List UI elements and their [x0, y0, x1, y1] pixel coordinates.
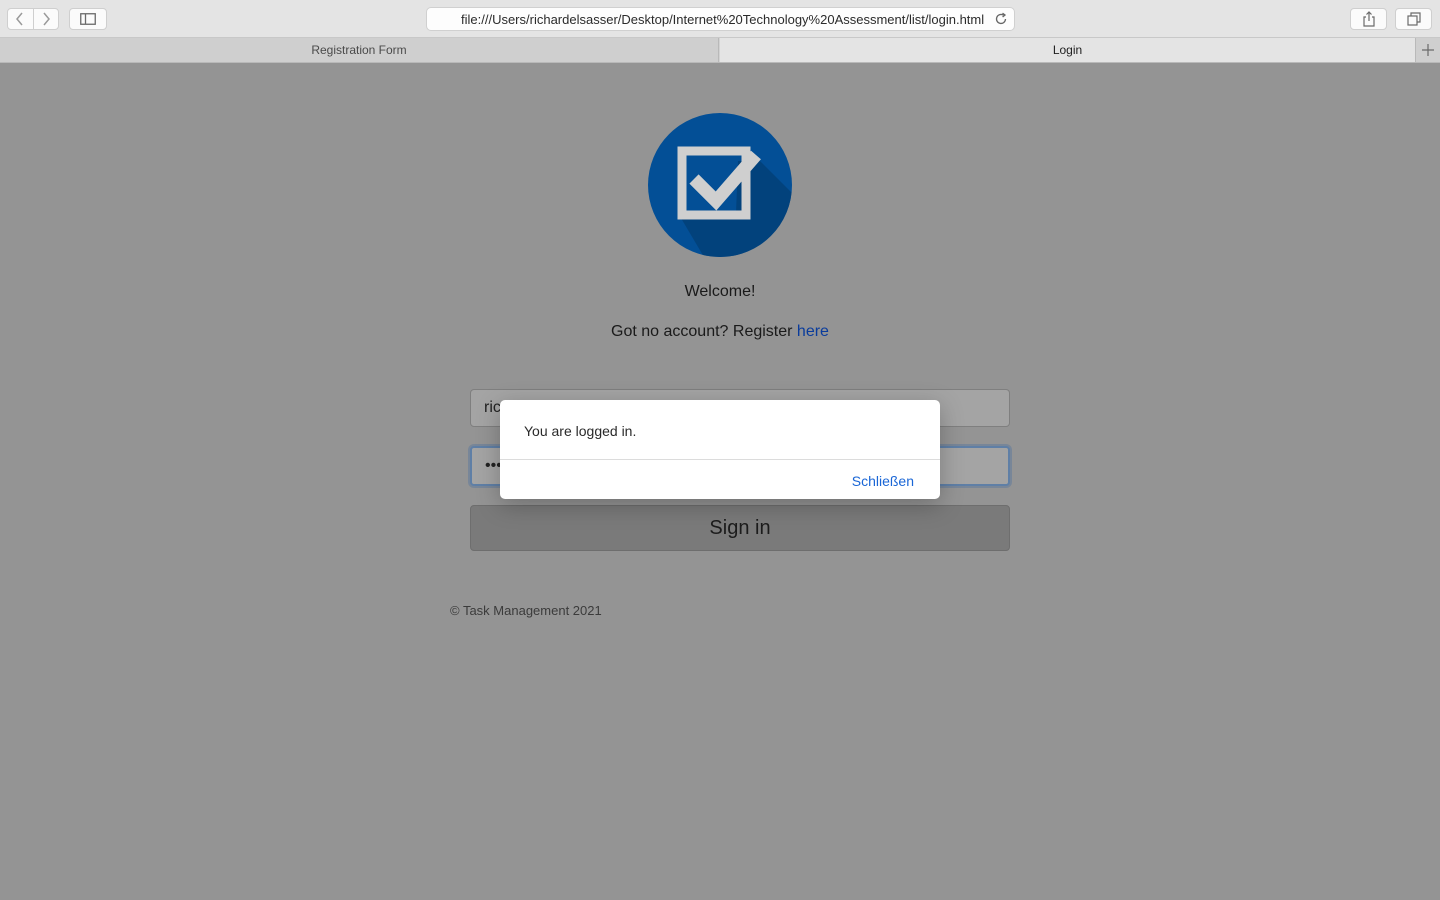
new-tab-icon [1422, 44, 1434, 56]
browser-toolbar: file:///Users/richardelsasser/Desktop/In… [0, 0, 1440, 38]
back-button[interactable] [8, 9, 33, 29]
tabs-overview-icon [1406, 12, 1421, 26]
reload-icon[interactable] [994, 12, 1008, 26]
back-icon [16, 12, 24, 26]
close-button[interactable]: Schließen [852, 473, 914, 489]
tab-login[interactable]: Login [720, 38, 1415, 62]
new-tab-button[interactable] [1415, 38, 1440, 62]
navigation-buttons [7, 8, 59, 30]
share-icon [1362, 11, 1375, 27]
tab-strip: Registration Form Login [0, 38, 1440, 63]
alert-divider [500, 459, 940, 460]
footer-copyright: © Task Management 2021 [450, 603, 602, 618]
share-button[interactable] [1350, 8, 1387, 30]
username-value: ric [484, 399, 501, 416]
register-prompt: Got no account? Register here [420, 323, 1020, 341]
forward-icon [43, 12, 50, 26]
sign-in-button[interactable]: Sign in [470, 505, 1010, 551]
tab-registration-form[interactable]: Registration Form [0, 38, 719, 62]
checkbox-logo-icon [648, 113, 792, 257]
sidebar-button[interactable] [69, 8, 107, 30]
forward-button[interactable] [32, 9, 58, 29]
register-prompt-text: Got no account? Register [611, 323, 793, 340]
url-text: file:///Users/richardelsasser/Desktop/In… [461, 12, 985, 27]
sidebar-icon [80, 13, 96, 25]
address-bar[interactable]: file:///Users/richardelsasser/Desktop/In… [426, 7, 1015, 31]
alert-dialog: You are logged in. Schließen [500, 400, 940, 499]
register-link[interactable]: here [797, 323, 829, 340]
welcome-text: Welcome! [684, 283, 756, 300]
alert-message: You are logged in. [524, 423, 637, 439]
tabs-overview-button[interactable] [1395, 8, 1432, 30]
